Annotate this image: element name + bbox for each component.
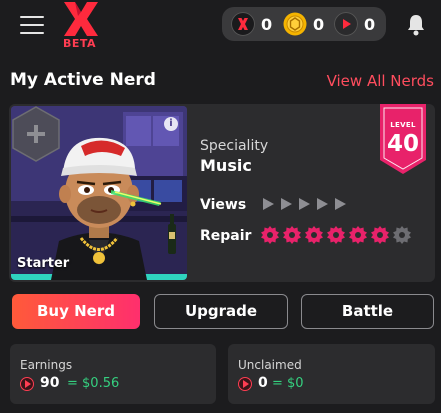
earnings-label: Earnings bbox=[20, 358, 73, 372]
app-logo[interactable]: BETA bbox=[61, 0, 101, 50]
info-icon[interactable]: i bbox=[164, 117, 178, 131]
speciality-label: Speciality bbox=[200, 138, 269, 154]
nerd-avatar[interactable]: i Starter bbox=[11, 106, 187, 280]
speciality-value: Music bbox=[200, 156, 252, 175]
repair-gear-icon bbox=[327, 226, 345, 244]
active-nerd-card: i Starter Speciality Music Views Repair bbox=[9, 104, 435, 282]
earnings-usd: = $0.56 bbox=[67, 376, 120, 391]
battle-button[interactable]: Battle bbox=[301, 294, 434, 329]
play-token-icon bbox=[20, 377, 34, 391]
unclaimed-usd: = $0 bbox=[272, 376, 304, 391]
level-badge: LEVEL 40 bbox=[380, 104, 426, 174]
unclaimed-card: Unclaimed 0 = $0 bbox=[228, 344, 435, 404]
repair-gear-icon bbox=[305, 226, 323, 244]
beta-badge: BETA bbox=[63, 37, 97, 50]
add-hexagon-icon[interactable] bbox=[11, 106, 61, 162]
view-play-icon bbox=[281, 198, 292, 210]
nerd-tier-label: Starter bbox=[17, 256, 70, 271]
play-token-icon bbox=[238, 377, 252, 391]
page-title: My Active Nerd bbox=[10, 70, 156, 90]
view-play-icon bbox=[263, 198, 274, 210]
repair-gear-icon-empty bbox=[393, 226, 411, 244]
repair-gear-icon bbox=[349, 226, 367, 244]
notification-bell-icon[interactable] bbox=[406, 14, 426, 36]
repair-label: Repair bbox=[200, 228, 252, 244]
views-rating bbox=[263, 198, 346, 210]
level-label: LEVEL bbox=[390, 121, 416, 129]
level-value: 40 bbox=[386, 131, 419, 157]
currency-bar: 0 0 0 bbox=[222, 7, 386, 41]
top-bar: BETA 0 0 0 bbox=[0, 0, 441, 60]
buy-nerd-button[interactable]: Buy Nerd bbox=[12, 294, 140, 329]
x-token-icon bbox=[231, 12, 255, 36]
view-play-icon bbox=[317, 198, 328, 210]
gold-coin-icon bbox=[283, 12, 307, 36]
repair-gear-icon bbox=[283, 226, 301, 244]
unclaimed-amount: 0 bbox=[258, 375, 268, 391]
currency-x-value: 0 bbox=[261, 15, 273, 34]
earnings-row: 90 = $0.56 bbox=[20, 375, 210, 393]
views-label: Views bbox=[200, 197, 247, 213]
view-play-icon bbox=[335, 198, 346, 210]
repair-gear-icon bbox=[371, 226, 389, 244]
repair-gears bbox=[261, 226, 411, 244]
view-play-icon bbox=[299, 198, 310, 210]
section-header: My Active Nerd View All Nerds bbox=[10, 70, 434, 96]
unclaimed-label: Unclaimed bbox=[238, 358, 302, 372]
play-token-icon bbox=[334, 12, 358, 36]
earnings-card: Earnings 90 = $0.56 bbox=[10, 344, 216, 404]
currency-gold-value: 0 bbox=[313, 15, 325, 34]
unclaimed-row: 0 = $0 bbox=[238, 375, 428, 393]
menu-icon[interactable] bbox=[20, 16, 44, 34]
x-logo-icon bbox=[64, 2, 98, 36]
repair-gear-icon bbox=[261, 226, 279, 244]
upgrade-button[interactable]: Upgrade bbox=[154, 294, 288, 329]
earnings-amount: 90 bbox=[40, 375, 60, 391]
view-all-nerds-link[interactable]: View All Nerds bbox=[327, 72, 434, 90]
currency-play-value: 0 bbox=[364, 15, 376, 34]
